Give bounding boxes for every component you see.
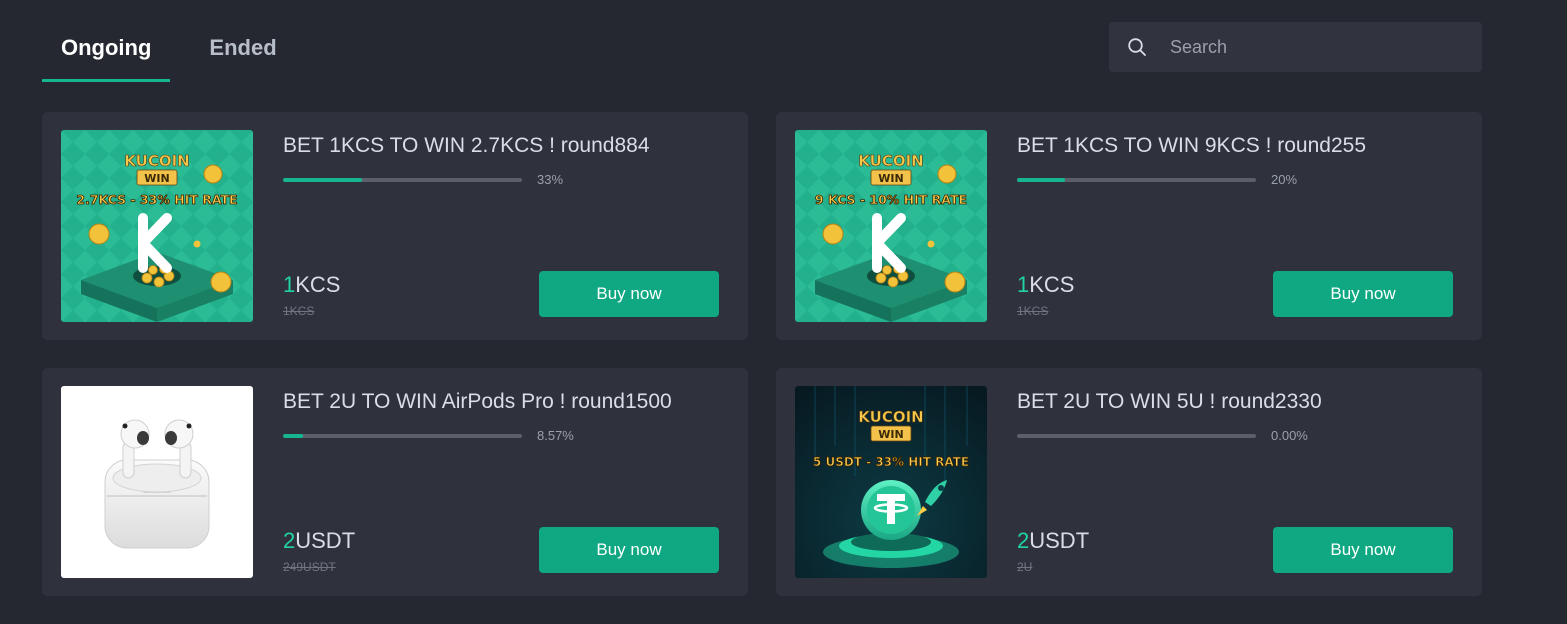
product-image: KUCOIN WIN 5 USDT - 33% HIT RATE xyxy=(795,386,987,578)
original-price: 1KCS xyxy=(283,304,315,318)
buy-now-button[interactable]: Buy now xyxy=(1273,527,1453,573)
progress-bar xyxy=(283,178,522,182)
search-input[interactable] xyxy=(1168,35,1452,59)
price-unit: USDT xyxy=(1029,528,1090,553)
progress-percent: 20% xyxy=(1271,172,1298,187)
price-unit: KCS xyxy=(295,272,341,297)
product-card: KUCOIN WIN 2.7KCS - 33% HIT RATE BET 1KC… xyxy=(42,112,748,340)
progress-fill xyxy=(1017,178,1065,182)
product-card: BET 2U TO WIN AirPods Pro ! round1500 8.… xyxy=(42,368,748,596)
price-amount: 2 xyxy=(283,528,296,553)
svg-text:KUCOIN: KUCOIN xyxy=(124,152,189,170)
progress-fill xyxy=(283,434,304,438)
product-image: KUCOIN WIN 9 KCS - 10% HIT RATE xyxy=(795,130,987,322)
original-price: 1KCS xyxy=(1017,304,1049,318)
tab-ongoing[interactable]: Ongoing xyxy=(42,0,171,82)
progress-bar xyxy=(283,434,522,438)
price-unit: USDT xyxy=(295,528,356,553)
progress-bar xyxy=(1017,434,1256,438)
card-title: BET 1KCS TO WIN 2.7KCS ! round884 xyxy=(283,134,650,157)
price: 1KCS xyxy=(283,272,341,298)
card-title: BET 1KCS TO WIN 9KCS ! round255 xyxy=(1017,134,1366,157)
progress-fill xyxy=(283,178,362,182)
product-image: KUCOIN WIN 2.7KCS - 33% HIT RATE xyxy=(61,130,253,322)
svg-text:9 KCS - 10% HIT RATE: 9 KCS - 10% HIT RATE xyxy=(815,192,967,207)
svg-text:WIN: WIN xyxy=(878,428,903,441)
svg-text:5 USDT - 33% HIT RATE: 5 USDT - 33% HIT RATE xyxy=(813,455,969,469)
card-title: BET 2U TO WIN AirPods Pro ! round1500 xyxy=(283,390,672,413)
progress-percent: 8.57% xyxy=(537,428,574,443)
original-price: 249USDT xyxy=(283,560,336,574)
tab-bar: Ongoing Ended xyxy=(42,0,296,84)
price: 2USDT xyxy=(1017,528,1089,554)
svg-text:WIN: WIN xyxy=(878,172,903,185)
tab-ended[interactable]: Ended xyxy=(190,0,295,82)
progress-percent: 33% xyxy=(537,172,564,187)
price: 2USDT xyxy=(283,528,355,554)
search-icon xyxy=(1128,38,1146,56)
card-title: BET 2U TO WIN 5U ! round2330 xyxy=(1017,390,1322,413)
price-amount: 1 xyxy=(1017,272,1030,297)
original-price: 2U xyxy=(1017,560,1033,574)
buy-now-button[interactable]: Buy now xyxy=(539,527,719,573)
search-box[interactable] xyxy=(1109,22,1482,72)
product-card: KUCOIN WIN 9 KCS - 10% HIT RATE BET 1KCS… xyxy=(776,112,1482,340)
price-amount: 2 xyxy=(1017,528,1030,553)
buy-now-button[interactable]: Buy now xyxy=(539,271,719,317)
product-card: KUCOIN WIN 5 USDT - 33% HIT RATE BET 2U … xyxy=(776,368,1482,596)
price: 1KCS xyxy=(1017,272,1075,298)
progress-percent: 0.00% xyxy=(1271,428,1308,443)
svg-text:2.7KCS - 33% HIT RATE: 2.7KCS - 33% HIT RATE xyxy=(76,192,237,207)
product-image xyxy=(61,386,253,578)
price-amount: 1 xyxy=(283,272,296,297)
svg-text:KUCOIN: KUCOIN xyxy=(858,408,923,426)
buy-now-button[interactable]: Buy now xyxy=(1273,271,1453,317)
svg-text:KUCOIN: KUCOIN xyxy=(858,152,923,170)
price-unit: KCS xyxy=(1029,272,1075,297)
svg-text:WIN: WIN xyxy=(144,172,169,185)
progress-bar xyxy=(1017,178,1256,182)
